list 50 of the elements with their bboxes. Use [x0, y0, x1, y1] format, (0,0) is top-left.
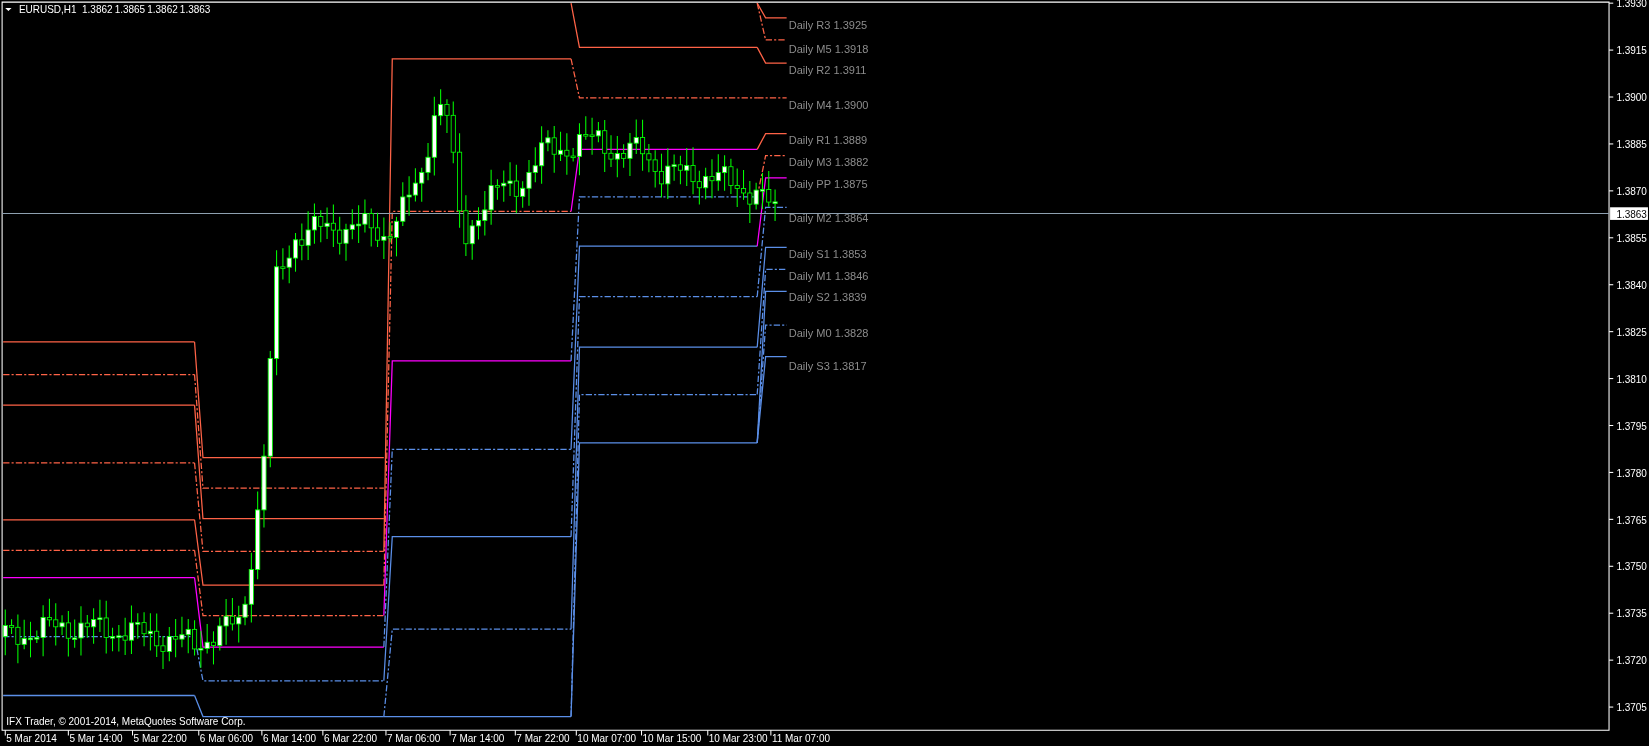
- time-axis-label: 6 Mar 06:00: [199, 732, 254, 744]
- time-axis-label: 10 Mar 15:00: [642, 732, 702, 744]
- price-axis-label: 1.3810: [1616, 373, 1647, 385]
- time-axis-label: 7 Mar 22:00: [516, 732, 570, 744]
- dropdown-icon[interactable]: [5, 7, 12, 12]
- time-axis-label: 7 Mar 14:00: [451, 732, 505, 744]
- price-axis-label: 1.3750: [1616, 561, 1647, 573]
- price-axis-label: 1.3795: [1616, 420, 1647, 432]
- price-axis-label: 1.3735: [1616, 608, 1647, 620]
- pivot-label: Daily M5 1.3918: [788, 42, 869, 55]
- pivot-label: Daily S1 1.3853: [788, 247, 867, 260]
- quote-value: 1.3862: [147, 3, 178, 15]
- pivot-label: Daily R3 1.3925: [788, 19, 868, 32]
- price-axis-label: 1.3885: [1616, 139, 1647, 151]
- price-axis-label: 1.3870: [1616, 186, 1647, 198]
- pivot-label: Daily S2 1.3839: [788, 290, 867, 303]
- time-axis-label: 5 Mar 14:00: [69, 732, 123, 744]
- time-axis-label: 10 Mar 23:00: [708, 732, 768, 744]
- pivot-label: Daily S3 1.3817: [788, 360, 867, 373]
- quote-value: 1.3863: [179, 3, 211, 15]
- price-axis-label: 1.3855: [1616, 233, 1647, 244]
- price-axis-label: 1.3900: [1616, 92, 1647, 104]
- price-axis-label: 1.3915: [1616, 45, 1647, 57]
- quote-value: 1.3862: [82, 3, 113, 15]
- price-axis-label: 1.3720: [1616, 655, 1647, 667]
- current-price-badge: 1.3863: [1610, 207, 1648, 220]
- price-axis-label: 1.3840: [1616, 279, 1647, 291]
- time-axis-label: 6 Mar 14:00: [262, 732, 317, 744]
- price-axis-label: 1.3930: [1616, 0, 1647, 10]
- price-axis-label: 1.3765: [1616, 514, 1647, 526]
- pivot-label: Daily M4 1.3900: [788, 99, 869, 112]
- pivot-label: Daily M3 1.3882: [788, 156, 869, 169]
- pivot-label: Daily R1 1.3889: [788, 134, 868, 147]
- time-axis-label: 10 Mar 07:00: [577, 732, 637, 744]
- time-axis-label: 11 Mar 07:00: [771, 732, 830, 744]
- pivot-label: Daily PP 1.3875: [788, 178, 868, 191]
- symbol-label: EURUSD,H1: [18, 3, 77, 15]
- pivot-label: Daily M1 1.3846: [788, 269, 869, 282]
- pivot-label: Daily M2 1.3864: [788, 212, 869, 224]
- time-axis-label: 7 Mar 06:00: [387, 732, 441, 744]
- pivot-label: Daily R2 1.3911: [788, 63, 867, 76]
- quote-value: 1.3865: [114, 3, 146, 15]
- price-axis-label: 1.3705: [1616, 702, 1647, 714]
- pivot-label: Daily M0 1.3828: [788, 326, 869, 339]
- price-axis-label: 1.3825: [1616, 326, 1647, 338]
- copyright-text: IFX Trader, © 2001-2014, MetaQuotes Software Corp.: [6, 715, 246, 727]
- time-axis-label: 5 Mar 22:00: [133, 732, 187, 744]
- time-axis-label: 5 Mar 2014: [6, 732, 57, 744]
- price-axis-label: 1.3780: [1616, 467, 1647, 479]
- time-axis-label: 6 Mar 22:00: [323, 732, 378, 744]
